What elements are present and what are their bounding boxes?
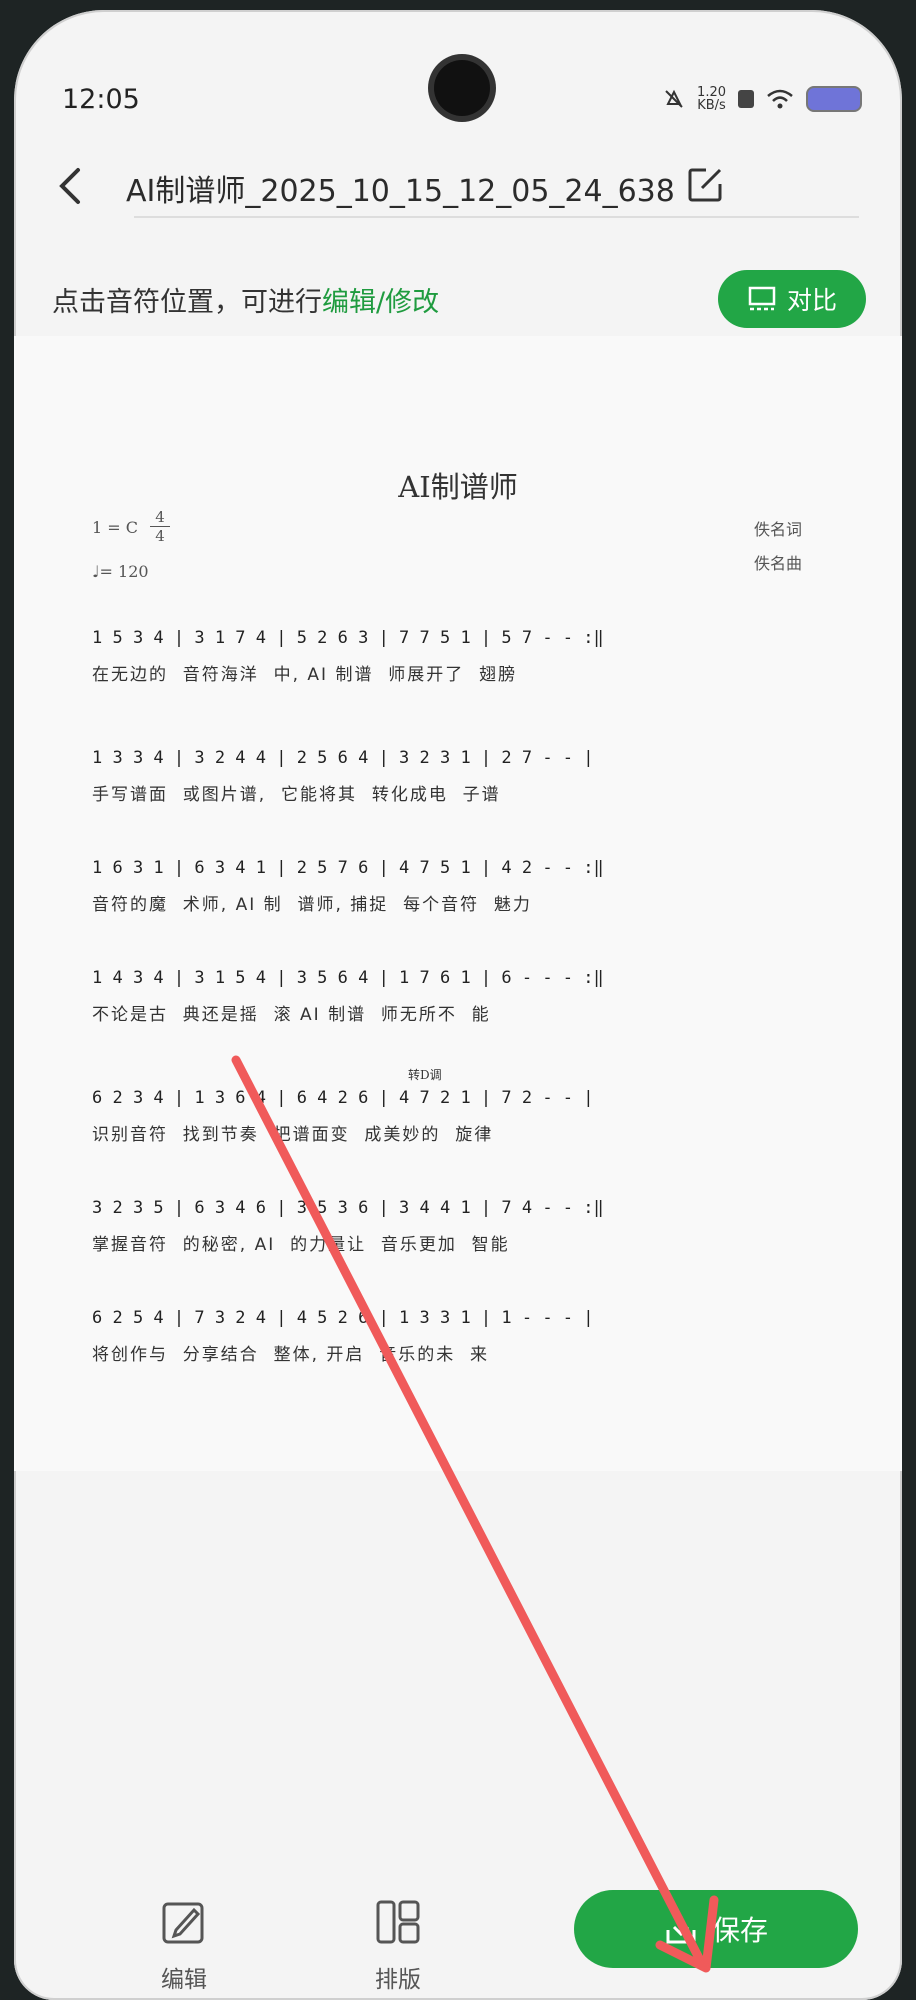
time-signature: 44 — [150, 508, 170, 545]
score-lyrics: 在无边的 音符海洋 中, AI 制谱 师展开了 翅膀 — [92, 665, 518, 685]
hint-bar: 点击音符位置，可进行编辑/修改 对比 — [14, 250, 902, 330]
status-time: 12:05 — [62, 84, 140, 115]
score-lyrics: 音符的魔 术师, AI 制 谱师, 捕捉 每个音符 魅力 — [92, 895, 532, 915]
key-signature: 1 = C — [92, 518, 138, 537]
rename-edit-icon[interactable] — [686, 166, 724, 204]
score-row[interactable]: 6 2 5 4 | 7 3 2 4 | 4 5 2 6 | 1 3 3 1 | … — [92, 1308, 832, 1372]
compare-label: 对比 — [786, 286, 837, 315]
edit-hint-highlight[interactable]: 编辑/修改 — [322, 287, 439, 318]
lyricist: 佚名词 — [753, 520, 802, 539]
top-header: AI制谱师_2025_10_15_12_05_24_638 — [14, 130, 902, 240]
score-notes: 3 2 3 5 | 6 3 4 6 | 3 5 3 6 | 3 4 4 1 | … — [92, 1198, 604, 1218]
score-row[interactable]: 1 4 3 4 | 3 1 5 4 | 3 5 6 4 | 1 7 6 1 | … — [92, 968, 832, 1032]
score-row[interactable]: 6 2 3 4 | 1 3 6 4 | 6 4 2 6 | 4 7 2 1 | … — [92, 1088, 832, 1152]
score-notes: 1 6 3 1 | 6 3 4 1 | 2 5 7 6 | 4 7 5 1 | … — [92, 858, 604, 878]
edit-hint: 点击音符位置，可进行编辑/修改 — [52, 287, 440, 318]
score-lyrics: 掌握音符 的秘密, AI 的力量让 音乐更加 智能 — [92, 1235, 510, 1255]
net-speed: 1.20 KB/s — [697, 85, 726, 113]
composer: 佚名曲 — [753, 554, 802, 573]
score-lyrics: 将创作与 分享结合 整体, 开启 音乐的未 来 — [92, 1345, 490, 1365]
edit-tool-button[interactable]: 编辑 — [160, 1898, 208, 1994]
score-lyrics: 手写谱面 或图片谱, 它能将其 转化成电 子谱 — [92, 785, 501, 805]
save-label: 保存 — [711, 1914, 768, 1947]
score-notes: 6 2 3 4 | 1 3 6 4 | 6 4 2 6 | 4 7 2 1 | … — [92, 1088, 594, 1108]
wifi-icon — [767, 89, 793, 109]
score-notes: 1 5 3 4 | 3 1 7 4 | 5 2 6 3 | 7 7 5 1 | … — [92, 628, 604, 648]
score-sheet[interactable]: AI制谱师 1 = C 44 ♩= 120 佚名词 佚名曲 1 5 3 4 | … — [14, 336, 902, 1471]
score-row[interactable]: 1 6 3 1 | 6 3 4 1 | 2 5 7 6 | 4 7 5 1 | … — [92, 858, 832, 922]
page-title: AI制谱师_2025_10_15_12_05_24_638 — [126, 174, 675, 209]
score-lyrics: 识别音符 找到节奏 把谱面变 成美妙的 旋律 — [92, 1125, 494, 1145]
save-icon — [666, 1916, 696, 1944]
bottom-toolbar: 编辑 排版 保存 — [14, 1870, 902, 2000]
score-lyrics: 不论是古 典还是摇 滚 AI 制谱 师无所不 能 — [92, 1005, 491, 1025]
edit-tool-label: 编辑 — [161, 1967, 207, 1993]
score-row[interactable]: 3 2 3 5 | 6 3 4 6 | 3 5 3 6 | 3 4 4 1 | … — [92, 1198, 832, 1262]
battery-icon — [806, 86, 862, 112]
score-row[interactable]: 1 5 3 4 | 3 1 7 4 | 5 2 6 3 | 7 7 5 1 | … — [92, 628, 832, 692]
layout-tool-button[interactable]: 排版 — [374, 1898, 422, 1994]
edit-pencil-icon — [162, 1902, 204, 1944]
layout-tool-label: 排版 — [375, 1967, 421, 1993]
key-change-annotation: 转D调 — [408, 1068, 442, 1082]
front-camera — [434, 60, 490, 116]
phone-screen: 12:05 1.20 KB/s AI制谱师_2025_10_15_12_05_2… — [14, 10, 902, 2000]
score-notes: 1 3 3 4 | 3 2 4 4 | 2 5 6 4 | 3 2 3 1 | … — [92, 748, 594, 768]
score-notes: 6 2 5 4 | 7 3 2 4 | 4 5 2 6 | 1 3 3 1 | … — [92, 1308, 594, 1328]
mute-icon — [665, 89, 683, 108]
sim-icon — [738, 90, 754, 108]
layout-icon — [376, 1900, 420, 1944]
status-icons: 1.20 KB/s — [663, 86, 862, 112]
compare-button[interactable]: 对比 — [718, 270, 866, 328]
score-row[interactable]: 1 3 3 4 | 3 2 4 4 | 2 5 6 4 | 3 2 3 1 | … — [92, 748, 832, 812]
compare-icon — [748, 286, 776, 311]
divider — [134, 216, 859, 218]
save-button[interactable]: 保存 — [574, 1890, 858, 1968]
score-notes: 1 4 3 4 | 3 1 5 4 | 3 5 6 4 | 1 7 6 1 | … — [92, 968, 604, 988]
score-title: AI制谱师 — [398, 470, 518, 504]
back-arrow-icon[interactable] — [52, 166, 92, 206]
tempo-mark: ♩= 120 — [92, 562, 149, 581]
